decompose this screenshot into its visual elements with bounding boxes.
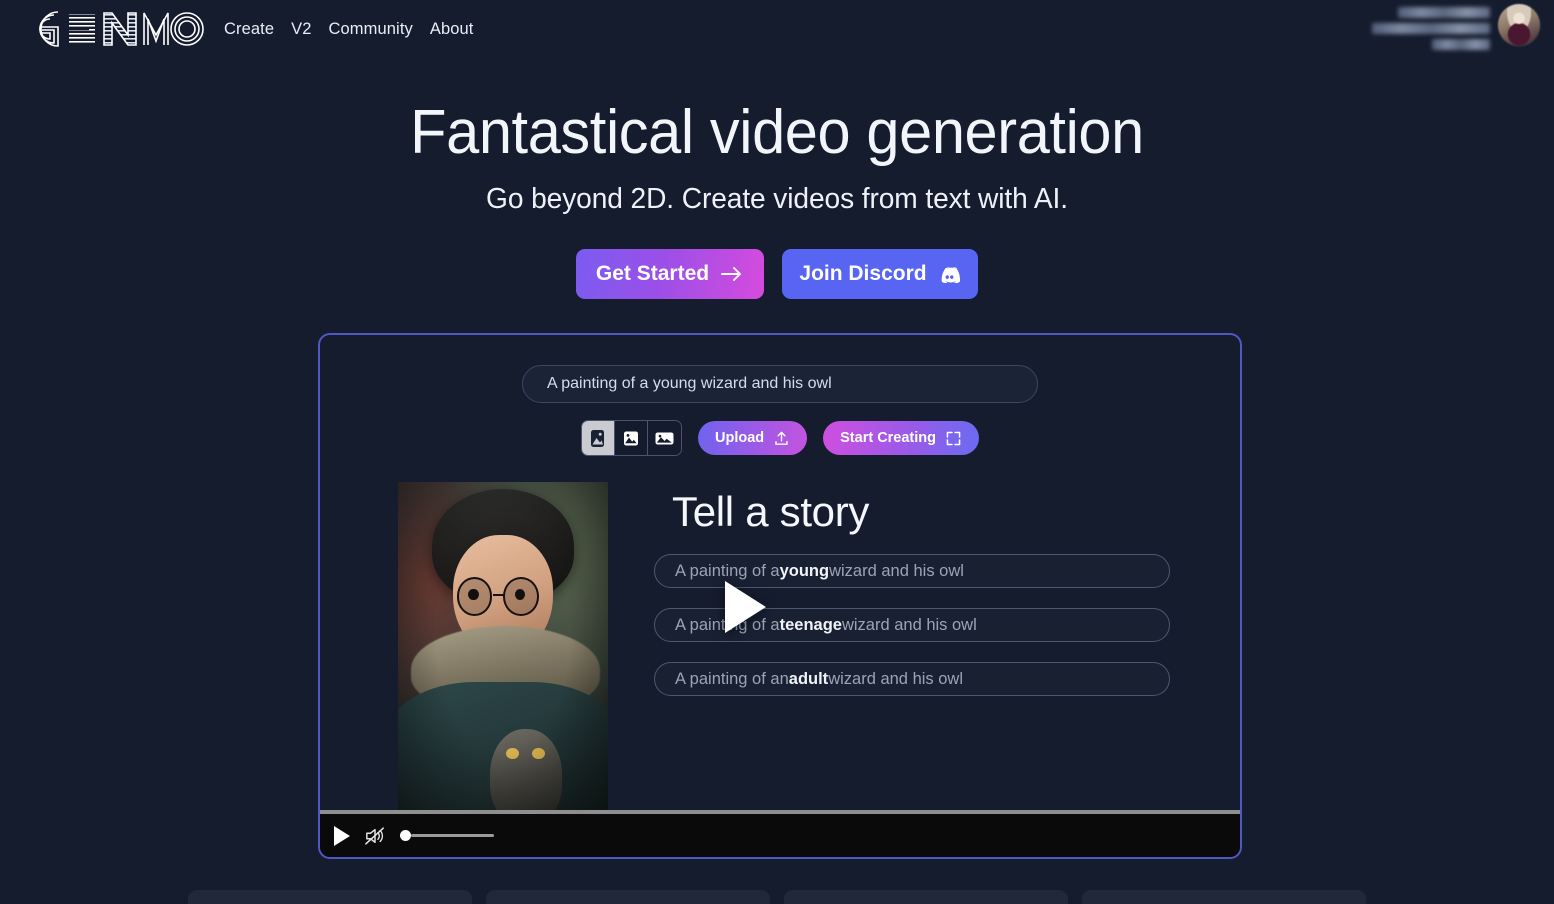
upload-icon <box>775 431 788 445</box>
story-prefix: A painting of a <box>675 561 780 580</box>
volume-slider-track <box>411 833 494 838</box>
volume-slider[interactable] <box>400 829 494 843</box>
hero-section: Fantastical video generation Go beyond 2… <box>0 100 1554 216</box>
story-suffix: wizard and his owl <box>841 615 977 634</box>
volume-slider-handle[interactable] <box>400 830 411 841</box>
avatar[interactable] <box>1498 4 1540 46</box>
discord-icon <box>941 266 960 283</box>
nav-link-about[interactable]: About <box>430 20 474 39</box>
account-email-blurred <box>1372 23 1490 34</box>
story-emphasis: young <box>779 561 830 580</box>
genmo-logo[interactable] <box>24 8 206 50</box>
expand-icon <box>946 431 961 445</box>
video-controls <box>320 810 1240 857</box>
play-overlay-button[interactable] <box>725 581 766 633</box>
account-area[interactable] <box>1372 4 1540 50</box>
story-emphasis: adult <box>788 669 829 688</box>
prompt-input[interactable] <box>522 365 1038 403</box>
arrow-right-icon <box>721 267 742 281</box>
aspect-ratio-group <box>580 420 682 456</box>
video-thumbnail-wizard <box>398 482 608 816</box>
account-info-redacted <box>1372 4 1490 50</box>
story-prompt-adult[interactable]: A painting of an adult wizard and his ow… <box>654 662 1170 696</box>
gallery-cards-row <box>0 890 1554 904</box>
play-button[interactable] <box>334 825 350 846</box>
join-discord-label: Join Discord <box>799 262 927 285</box>
upload-label: Upload <box>714 430 765 446</box>
nav-link-create[interactable]: Create <box>224 20 274 39</box>
account-name-blurred <box>1398 7 1490 18</box>
top-navigation-bar: Create V2 Community About <box>0 0 1554 58</box>
cta-row: Get Started Join Discord <box>0 249 1554 299</box>
gallery-card[interactable] <box>784 890 1068 904</box>
portrait-image-icon <box>591 429 605 447</box>
story-emphasis: teenage <box>779 615 842 634</box>
prompt-row <box>320 365 1240 403</box>
creator-toolbar: Upload Start Creating <box>320 420 1240 456</box>
nav-link-community[interactable]: Community <box>329 20 413 39</box>
upload-button[interactable]: Upload <box>697 421 808 455</box>
creator-card: Upload Start Creating <box>318 333 1242 859</box>
gallery-card[interactable] <box>188 890 472 904</box>
gallery-card[interactable] <box>486 890 770 904</box>
start-creating-button[interactable]: Start Creating <box>823 421 980 455</box>
mute-icon[interactable] <box>364 826 386 846</box>
page-title: Fantastical video generation <box>410 98 1144 167</box>
page-subtitle: Go beyond 2D. Create videos from text wi… <box>486 183 1068 216</box>
get-started-button[interactable]: Get Started <box>576 249 764 299</box>
aspect-landscape-button[interactable] <box>647 421 681 455</box>
landscape-image-icon <box>655 432 674 445</box>
account-plan-blurred <box>1432 39 1490 50</box>
nav-link-v2[interactable]: V2 <box>291 20 311 39</box>
start-creating-label: Start Creating <box>840 430 937 446</box>
join-discord-button[interactable]: Join Discord <box>782 249 978 299</box>
aspect-square-button[interactable] <box>614 421 648 455</box>
story-suffix: wizard and his owl <box>829 561 964 580</box>
aspect-portrait-button[interactable] <box>581 421 615 455</box>
get-started-label: Get Started <box>595 262 710 285</box>
square-image-icon <box>624 431 639 445</box>
story-prompt-list: A painting of a young wizard and his owl… <box>654 554 1170 716</box>
nav-links: Create V2 Community About <box>224 20 473 39</box>
story-heading: Tell a story <box>672 488 870 535</box>
story-suffix: wizard and his owl <box>828 669 963 688</box>
gallery-card[interactable] <box>1082 890 1366 904</box>
video-preview[interactable]: Tell a story A painting of a young wizar… <box>320 482 1240 857</box>
story-prefix: A painting of an <box>675 669 789 688</box>
